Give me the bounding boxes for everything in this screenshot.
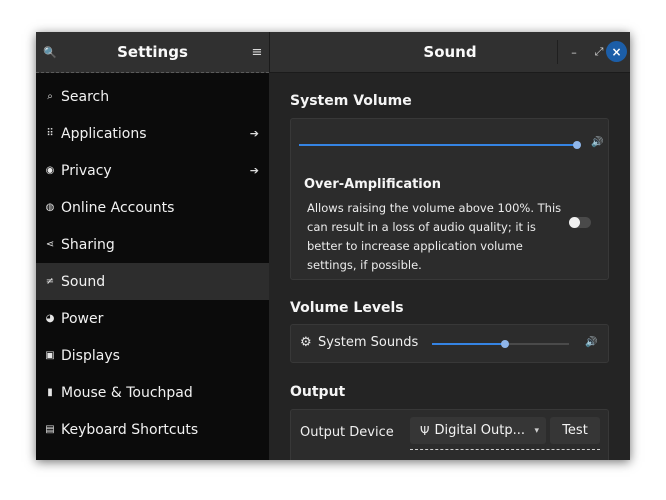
chevron-down-icon: ▾ [534,425,539,436]
online-accounts-icon: ◍ [45,202,55,213]
sidebar-item-privacy[interactable]: ◉ Privacy ➔ [36,152,269,189]
sidebar-item-search[interactable]: ⌕ Search [36,78,269,115]
system-volume-panel: 🔊 Over-Amplification Allows raising the … [290,118,609,280]
page-title: Sound [423,43,477,61]
sidebar-item-label: Keyboard Shortcuts [61,421,199,438]
system-sounds-label: System Sounds [318,335,419,350]
sidebar-item-keyboard-shortcuts[interactable]: ▤ Keyboard Shortcuts [36,411,269,448]
content-header: Sound – ⤢ × [269,32,630,73]
sidebar-item-label: Online Accounts [61,199,175,216]
sound-page: System Volume 🔊 Over-Amplification Allow… [270,73,630,460]
over-amplification-title: Over-Amplification [304,177,441,192]
speaker-icon: 🔊 [591,137,604,148]
search-icon: ⌕ [47,91,53,102]
output-panel: Output Device Ψ Digital Outp... ▾ Test [290,409,609,460]
arrow-right-icon: ➔ [249,164,259,177]
slider-fill [299,144,577,146]
sidebar-item-label: Search [61,88,110,105]
output-title: Output [290,384,346,400]
test-button[interactable]: Test [550,417,600,444]
output-device-label: Output Device [300,425,394,440]
arrow-right-icon: ➔ [249,127,259,140]
volume-levels-title: Volume Levels [290,300,404,316]
system-volume-title: System Volume [290,93,412,109]
sidebar-item-label: Sound [61,273,106,290]
power-icon: ◕ [45,313,55,324]
keyboard-icon: ▤ [45,424,55,435]
display-icon: ▣ [45,350,55,361]
gear-icon: ⚙ [300,335,312,350]
output-device-value: Digital Outp... [434,423,525,438]
sidebar-item-label: Displays [61,347,120,364]
sidebar-item-sound[interactable]: ≠ Sound [36,263,269,300]
over-amplification-description: Allows raising the volume above 100%. Th… [307,201,562,272]
sidebar-header: 🔍 Settings ≡ [36,32,269,73]
header-divider [557,40,558,64]
sidebar-item-label: Privacy [61,162,112,179]
sidebar-item-mouse-touchpad[interactable]: ▮ Mouse & Touchpad [36,374,269,411]
output-device-dropdown[interactable]: Ψ Digital Outp... ▾ [410,417,546,444]
slider-fill [432,343,505,345]
menu-icon[interactable]: ≡ [247,42,267,62]
minimize-icon[interactable]: – [564,42,584,62]
sidebar-item-label: Sharing [61,236,115,253]
sound-icon: ≠ [45,276,55,287]
mouse-icon: ▮ [47,387,53,398]
sidebar-item-label: Power [61,310,104,327]
sidebar-item-applications[interactable]: ⠿ Applications ➔ [36,115,269,152]
settings-window: 🔍 Settings ≡ Sound – ⤢ × ⌕ Search ⠿ Appl… [36,32,630,460]
privacy-icon: ◉ [45,165,55,176]
share-icon: ⋖ [45,239,55,250]
slider-handle[interactable] [500,340,509,348]
over-amplification-toggle[interactable] [569,217,591,228]
sidebar-item-online-accounts[interactable]: ◍ Online Accounts [36,189,269,226]
output-device-icon: Ψ [420,423,430,438]
sidebar-item-label: Applications [61,125,147,142]
toggle-knob [569,217,580,228]
sidebar: ⌕ Search ⠿ Applications ➔ ◉ Privacy ➔ ◍ … [36,73,269,460]
grid-icon: ⠿ [46,128,54,139]
system-volume-slider[interactable] [299,141,581,149]
sidebar-item-power[interactable]: ◕ Power [36,300,269,337]
focus-indicator [410,449,600,450]
search-icon[interactable]: 🔍 [40,42,60,62]
sidebar-item-displays[interactable]: ▣ Displays [36,337,269,374]
close-icon[interactable]: × [606,41,627,62]
sidebar-item-sharing[interactable]: ⋖ Sharing [36,226,269,263]
sidebar-title: Settings [117,43,188,61]
volume-levels-panel: ⚙ System Sounds 🔊 [290,324,609,363]
system-sounds-slider[interactable] [432,340,569,348]
slider-handle[interactable] [573,141,581,149]
sidebar-item-label: Mouse & Touchpad [61,384,193,401]
speaker-icon: 🔊 [585,337,598,348]
